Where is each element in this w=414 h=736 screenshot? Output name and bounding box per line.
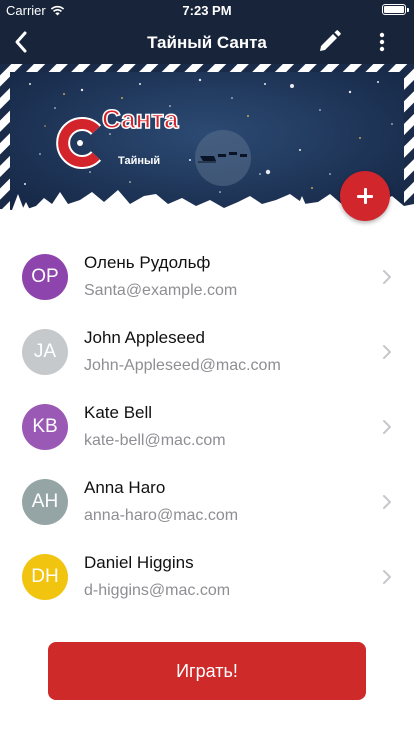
status-time: 7:23 PM <box>182 3 232 18</box>
contact-name: Kate Bell <box>84 403 153 422</box>
chevron-right-icon <box>383 345 391 359</box>
list-item[interactable]: KB Kate Bell kate-bell@mac.com <box>0 390 414 465</box>
page-title: Тайный Санта <box>147 33 267 52</box>
contact-name: Олень Рудольф <box>84 253 211 272</box>
list-item[interactable]: AH Anna Haro anna-haro@mac.com <box>0 465 414 540</box>
logo-main-text: Санта <box>102 104 179 134</box>
pencil-icon[interactable] <box>316 29 342 55</box>
avatar: JA <box>22 329 68 375</box>
battery-icon <box>382 4 409 15</box>
avatar: AH <box>22 479 68 525</box>
contact-email: kate-bell@mac.com <box>84 432 226 449</box>
more-vertical-icon[interactable] <box>370 29 394 55</box>
participants-list: OP Олень Рудольф Santa@example.com JA Jo… <box>0 240 414 615</box>
contact-email: Santa@example.com <box>84 282 238 299</box>
logo-sub-text: Тайный <box>118 155 160 167</box>
play-button[interactable]: Играть! <box>48 642 366 700</box>
chevron-right-icon <box>383 570 391 584</box>
status-bar: Carrier 7:23 PM <box>0 0 414 20</box>
contact-name: Anna Haro <box>84 478 166 497</box>
contact-name: John Appleseed <box>84 328 205 347</box>
avatar: KB <box>22 404 68 450</box>
chevron-right-icon <box>383 420 391 434</box>
contact-email: d-higgins@mac.com <box>84 582 231 599</box>
avatar: DH <box>22 554 68 600</box>
add-participant-button[interactable] <box>340 171 390 221</box>
contact-name: Daniel Higgins <box>84 553 194 572</box>
avatar: OP <box>22 254 68 300</box>
list-item[interactable]: OP Олень Рудольф Santa@example.com <box>0 240 414 315</box>
contact-email: anna-haro@mac.com <box>84 507 239 524</box>
navigation-bar: Тайный Санта <box>0 20 414 64</box>
chevron-right-icon <box>383 270 391 284</box>
list-item[interactable]: DH Daniel Higgins d-higgins@mac.com <box>0 540 414 615</box>
chevron-right-icon <box>383 495 391 509</box>
list-item[interactable]: JA John Appleseed John-Appleseed@mac.com <box>0 315 414 390</box>
contact-email: John-Appleseed@mac.com <box>84 357 281 374</box>
